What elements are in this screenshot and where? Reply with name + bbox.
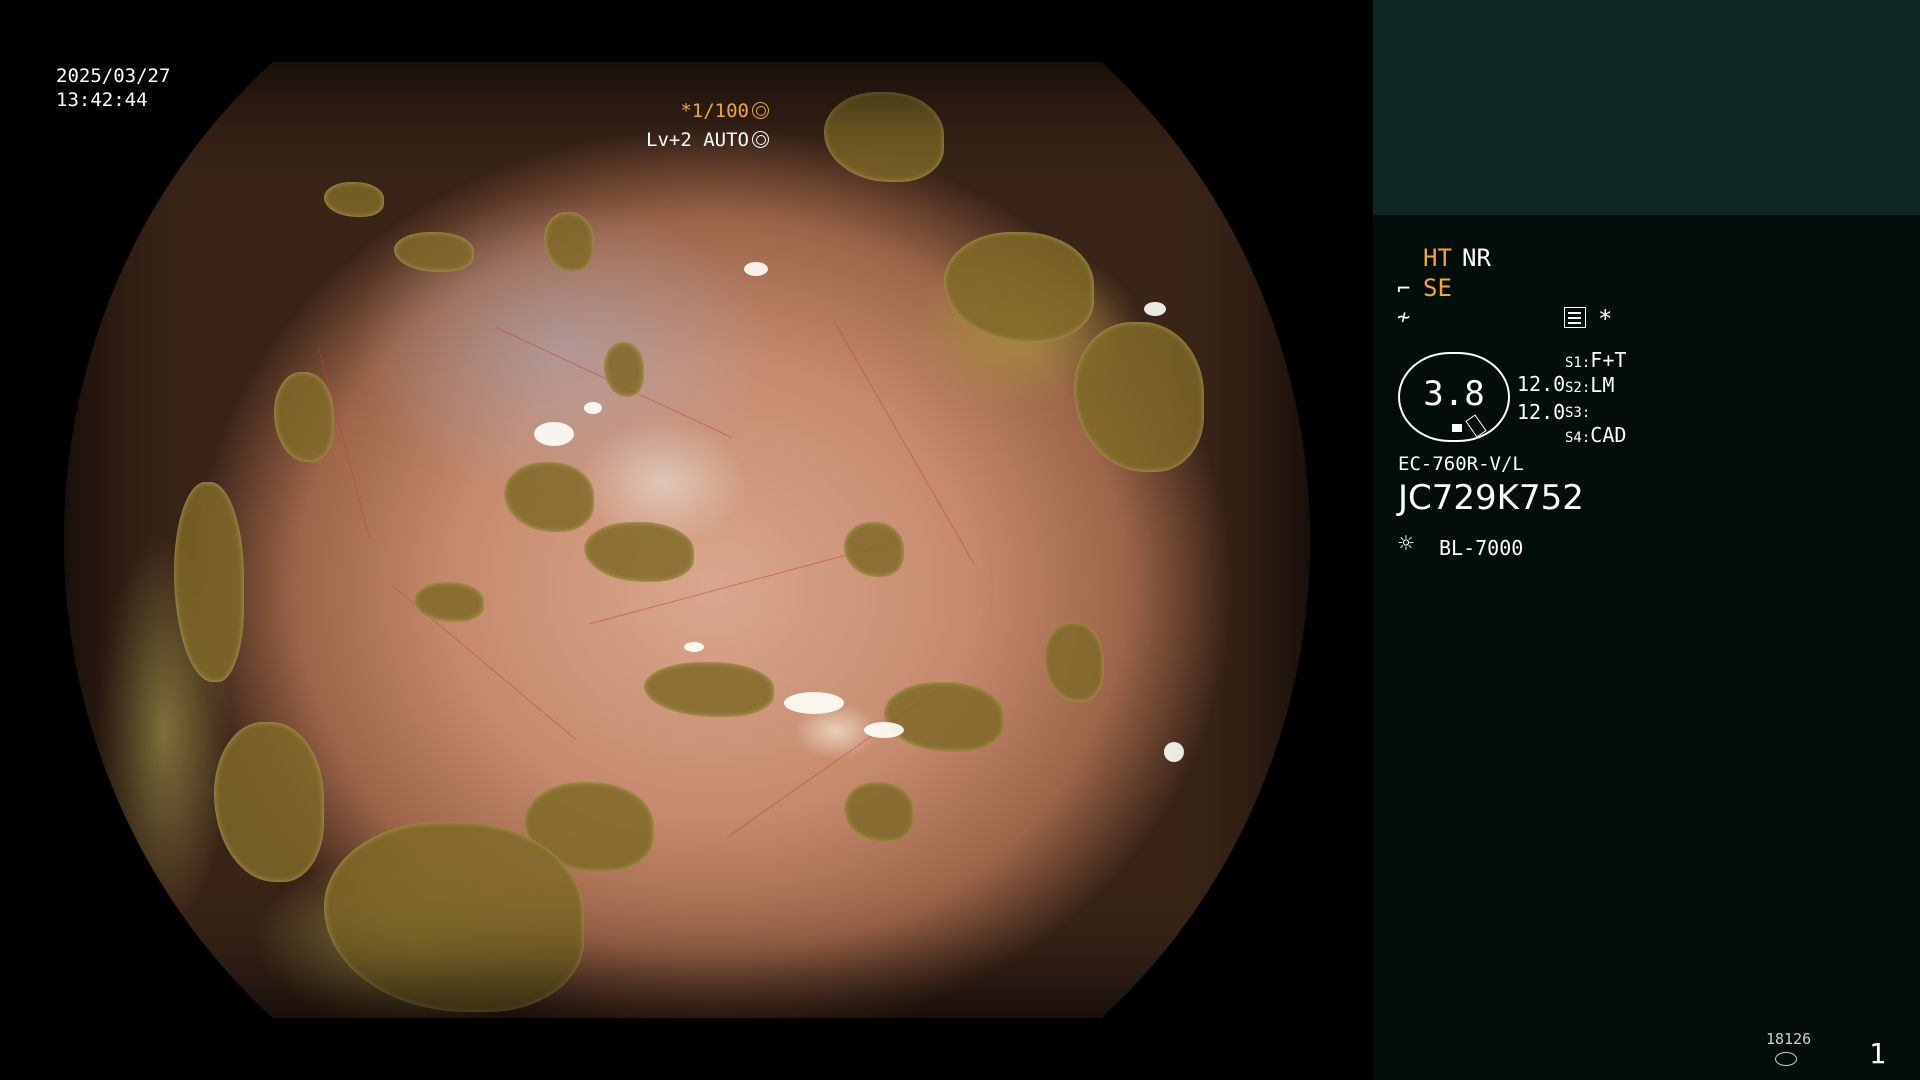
- endoscopy-monitor: 2025/03/27 13:42:44 *1/100 Lv+2 AUTO HT …: [0, 0, 1920, 1080]
- nr-indicator: NR: [1462, 244, 1491, 272]
- switch-row-s1: S1:F+T: [1565, 348, 1626, 375]
- scope-tip-icon: ⌐: [1397, 277, 1411, 302]
- switch-value: CAD: [1590, 423, 1627, 447]
- switch-key: S3:: [1565, 405, 1591, 421]
- switch-value: LM: [1590, 373, 1615, 397]
- switch-key: S1:: [1565, 355, 1591, 371]
- shutter-icon: [752, 102, 769, 119]
- lamp-icon: ☼: [1398, 529, 1414, 559]
- settings-list-icon: [1564, 307, 1586, 328]
- star-indicator: *: [1598, 305, 1613, 333]
- switch-value: F+T: [1590, 348, 1627, 372]
- storage-icon: [1775, 1052, 1797, 1066]
- ht-indicator: HT: [1423, 244, 1452, 272]
- light-source-model: BL-7000: [1439, 536, 1524, 560]
- se-indicator: SE: [1423, 274, 1452, 302]
- curve-icon: ≁: [1397, 305, 1411, 330]
- gauge-marker: [1452, 424, 1462, 432]
- iris-icon: [752, 131, 769, 148]
- endoscope-image: [64, 62, 1310, 1018]
- exam-date: 2025/03/27: [56, 65, 171, 87]
- gauge-reading-2: 12.0: [1517, 400, 1566, 424]
- switch-row-s2: S2:LM: [1565, 373, 1614, 400]
- scope-model: EC-760R-V/L: [1398, 453, 1524, 475]
- exam-time: 13:42:44: [56, 89, 148, 111]
- page-number: 1: [1869, 1037, 1886, 1070]
- switch-row-s4: S4:CAD: [1565, 423, 1626, 450]
- scope-gauge: 3.8: [1398, 352, 1510, 442]
- shutter-readout: *1/100: [680, 99, 769, 123]
- gauge-reading-1: 12.0: [1517, 372, 1566, 396]
- gauge-tab: [1465, 414, 1487, 438]
- switch-row-s3: S3:: [1565, 398, 1590, 425]
- switch-key: S4:: [1565, 430, 1591, 446]
- storage-count: 18126: [1766, 1030, 1812, 1048]
- thumbnail-area: [1373, 0, 1920, 215]
- iris-level-readout: Lv+2 AUTO: [646, 128, 769, 152]
- endoscopic-view: 2025/03/27 13:42:44 *1/100 Lv+2 AUTO: [0, 0, 1373, 1080]
- switch-key: S2:: [1565, 380, 1591, 396]
- gauge-value: 3.8: [1423, 374, 1485, 414]
- iris-level-value: Lv+2 AUTO: [646, 129, 749, 151]
- scope-serial: JC729K752: [1398, 478, 1584, 518]
- shutter-value: *1/100: [680, 100, 749, 122]
- info-panel: HT NR ⌐ SE ≁ * 3.8 12.0 12.0 S1:F+T S2:L…: [1373, 0, 1920, 1080]
